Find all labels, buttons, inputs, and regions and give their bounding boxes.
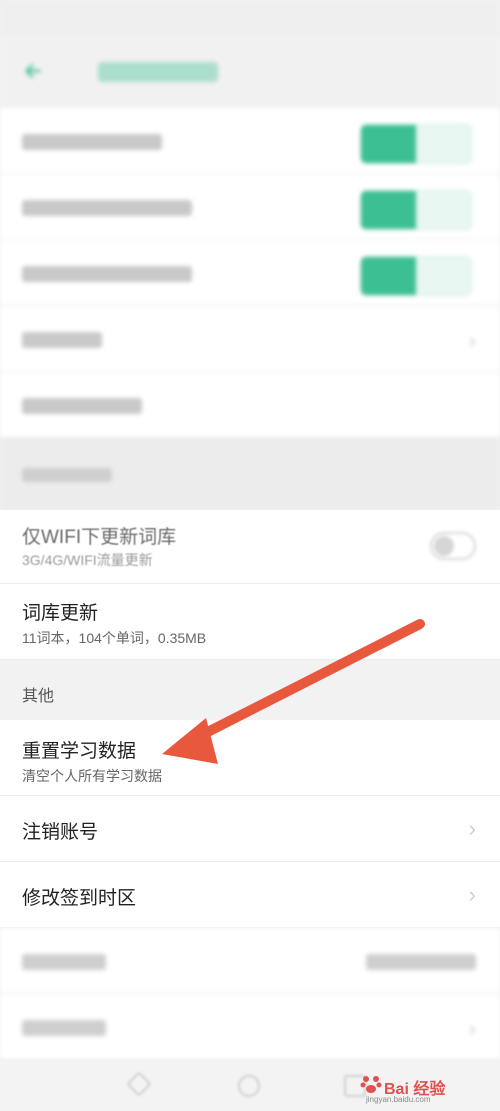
- page-title: [98, 62, 218, 82]
- wifi-update-row[interactable]: 仅WIFI下更新词库 3G/4G/WIFI流量更新: [0, 510, 500, 584]
- setting-row-1: [0, 108, 500, 174]
- segment-switch[interactable]: [360, 190, 472, 230]
- reset-data-row[interactable]: 重置学习数据 清空个人所有学习数据: [0, 720, 500, 796]
- chevron-right-icon: ›: [468, 816, 476, 841]
- logout-label: 注销账号: [22, 822, 99, 843]
- section-label: [22, 468, 112, 482]
- setting-row-6[interactable]: [0, 928, 500, 994]
- setting-row-7[interactable]: ›: [0, 994, 500, 1060]
- app-bar: [0, 36, 500, 108]
- section-header-other: 其他: [0, 660, 500, 720]
- back-arrow-icon[interactable]: [22, 60, 44, 82]
- segment-switch[interactable]: [360, 256, 472, 296]
- wifi-update-label: 仅WIFI下更新词库: [22, 527, 177, 548]
- blurred-bottom-area: ›: [0, 928, 500, 1060]
- chevron-right-icon: ›: [468, 328, 476, 353]
- logout-row[interactable]: 注销账号 ›: [0, 796, 500, 862]
- row-label: [22, 134, 162, 150]
- baidu-watermark: Bai 经验 jingyan.baidu.com: [360, 1073, 490, 1104]
- chevron-right-icon: ›: [468, 882, 476, 907]
- nav-home-icon[interactable]: [238, 1075, 260, 1097]
- modify-timezone-label: 修改签到时区: [22, 888, 137, 909]
- nav-back-icon[interactable]: [126, 1071, 152, 1097]
- section-header-blurred: [0, 438, 500, 510]
- library-update-label: 词库更新: [22, 603, 99, 624]
- paw-logo-icon: [360, 1076, 382, 1093]
- watermark-url: jingyan.baidu.com: [366, 1095, 431, 1104]
- row-label: [22, 332, 102, 348]
- setting-row-2: [0, 174, 500, 240]
- blurred-top-area: ›: [0, 0, 500, 510]
- status-bar: [0, 0, 500, 36]
- wifi-update-desc: 3G/4G/WIFI流量更新: [22, 552, 153, 568]
- row-label: [22, 954, 106, 970]
- library-update-desc: 11词本，104个单词，0.35MB: [22, 630, 207, 646]
- library-update-row[interactable]: 词库更新 11词本，104个单词，0.35MB: [0, 584, 500, 660]
- reset-data-desc: 清空个人所有学习数据: [22, 768, 162, 784]
- modify-timezone-row[interactable]: 修改签到时区 ›: [0, 862, 500, 928]
- row-value: [366, 954, 476, 970]
- row-label: [22, 398, 142, 414]
- chevron-right-icon: ›: [468, 1016, 476, 1041]
- row-label: [22, 1020, 106, 1036]
- wifi-update-toggle[interactable]: [430, 532, 476, 560]
- row-label: [22, 200, 192, 216]
- segment-switch[interactable]: [360, 124, 472, 164]
- section-header-label: 其他: [22, 688, 55, 705]
- setting-row-3: [0, 240, 500, 306]
- reset-data-label: 重置学习数据: [22, 741, 137, 762]
- setting-row-5[interactable]: [0, 372, 500, 438]
- row-label: [22, 266, 192, 282]
- setting-row-4[interactable]: ›: [0, 306, 500, 372]
